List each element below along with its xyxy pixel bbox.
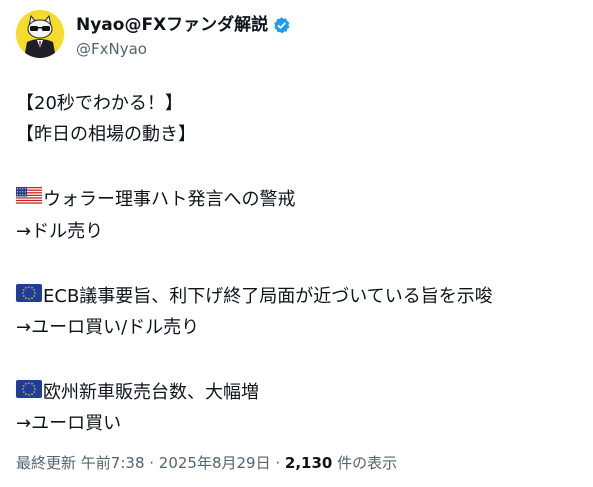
eu-flag-icon <box>16 377 42 408</box>
post-line-text: 【昨日の相場の動き】 <box>16 124 196 146</box>
post-line: →ユーロ買い/ドル売り <box>16 312 581 343</box>
post-line: →ユーロ買い <box>16 408 581 439</box>
post-line-text: →ユーロ買い <box>16 413 122 435</box>
post-time[interactable]: 午前7:38 <box>81 454 145 472</box>
post-body: 【20秒でわかる！】 【昨日の相場の動き】ウォラー理事ハト発言への警戒 →ドル売り E… <box>16 88 581 440</box>
post-line-text: ECB議事要旨、利下げ終了局面が近づいている旨を示唆 <box>43 285 493 307</box>
post-line: ECB議事要旨、利下げ終了局面が近づいている旨を示唆 <box>16 281 581 312</box>
avatar[interactable] <box>16 10 64 58</box>
views-count[interactable]: 2,130 <box>285 454 332 472</box>
post-date[interactable]: 2025年8月29日 <box>159 454 271 472</box>
author-display-name-row[interactable]: Nyao@FXファンダ解説 <box>76 14 291 36</box>
post-line: →ドル売り <box>16 216 581 247</box>
us-flag-icon <box>16 184 42 215</box>
meta-separator: · <box>144 454 159 472</box>
meta-separator: · <box>270 454 285 472</box>
post-line: ウォラー理事ハト発言への警戒 <box>16 184 581 215</box>
author-handle[interactable]: @FxNyao <box>76 38 291 60</box>
post-line-text: →ユーロ買い/ドル売り <box>16 316 200 338</box>
views-label: 件の表示 <box>332 454 398 472</box>
post-line-text: 【20秒でわかる！】 <box>16 93 183 114</box>
verified-badge-icon[interactable] <box>272 16 291 35</box>
eu-flag-icon <box>16 281 42 312</box>
post-line-text: ウォラー理事ハト発言への警戒 <box>43 189 296 211</box>
post-line: 【昨日の相場の動き】 <box>16 119 581 150</box>
post-meta: 最終更新 午前7:38 · 2025年8月29日 · 2,130 件の表示 <box>16 452 397 473</box>
updated-label: 最終更新 <box>16 454 77 472</box>
author-display-name[interactable]: Nyao@FXファンダ解説 <box>76 14 268 36</box>
post-line-text: 欧州新車販売台数、大幅増 <box>43 382 259 404</box>
post-line-text: →ドル売り <box>16 220 104 242</box>
post-header: Nyao@FXファンダ解説 @FxNyao <box>16 10 576 62</box>
post-line: 【20秒でわかる！】 <box>16 88 581 119</box>
author-names: Nyao@FXファンダ解説 @FxNyao <box>76 14 291 60</box>
post-line: 欧州新車販売台数、大幅増 <box>16 377 581 408</box>
